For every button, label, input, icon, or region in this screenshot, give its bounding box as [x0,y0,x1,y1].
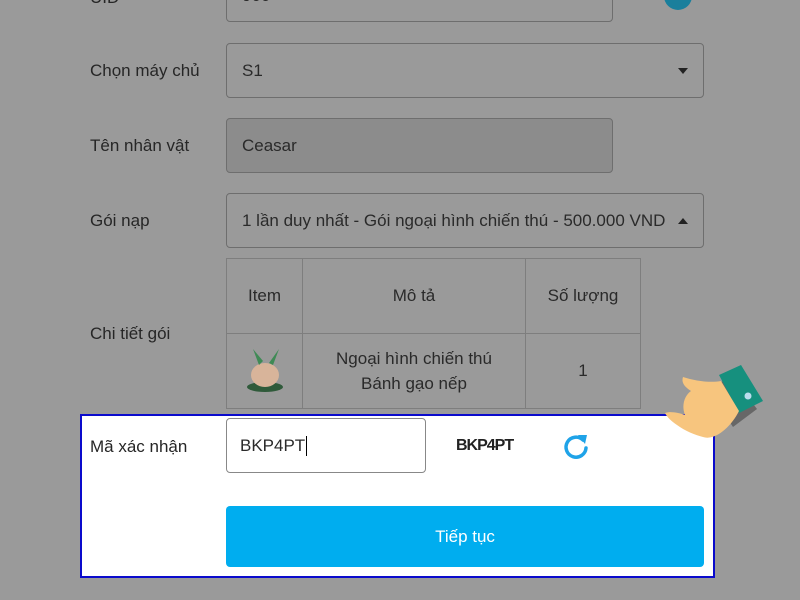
captcha-value: BKP4PT [240,435,306,455]
pointing-hand-icon [665,365,763,438]
item-quantity: 1 [525,333,641,409]
captcha-image: BKP4PT [456,437,514,454]
chevron-up-icon [678,217,688,224]
package-details-table: Item Mô tả Số lượng Ngoại hình chiến thú… [226,258,641,409]
character-field: Ceasar [226,118,613,173]
continue-button[interactable]: Tiếp tục [226,506,704,567]
package-value: 1 lần duy nhất - Gói ngoại hình chiến th… [242,210,666,230]
captcha-label: Mã xác nhận [90,437,188,456]
character-value: Ceasar [242,135,297,155]
captcha-input[interactable]: BKP4PT [226,418,426,473]
description-line2: Bánh gạo nếp [361,374,467,393]
item-description: Ngoại hình chiến thú Bánh gạo nếp [302,333,526,409]
uid-value: 900 [242,0,270,6]
server-label: Chọn máy chủ [90,61,200,80]
chevron-down-icon [678,67,688,74]
header-quantity: Số lượng [525,258,641,334]
package-label: Gói nạp [90,211,150,230]
info-icon[interactable] [664,0,692,10]
uid-label: UID [90,0,119,8]
header-item: Item [226,258,303,334]
server-select[interactable]: S1 [226,43,704,98]
character-label: Tên nhân vật [90,136,190,155]
refresh-icon[interactable] [561,431,591,461]
table-row: Ngoại hình chiến thú Bánh gạo nếp 1 [226,333,641,409]
header-description: Mô tả [302,258,526,334]
uid-field[interactable]: 900 [226,0,613,22]
description-line1: Ngoại hình chiến thú [336,349,492,368]
package-select[interactable]: 1 lần duy nhất - Gói ngoại hình chiến th… [226,193,704,248]
item-image [226,333,303,409]
server-value: S1 [242,60,263,80]
details-label: Chi tiết gói [90,324,171,343]
rice-cake-pet-icon [246,348,283,392]
